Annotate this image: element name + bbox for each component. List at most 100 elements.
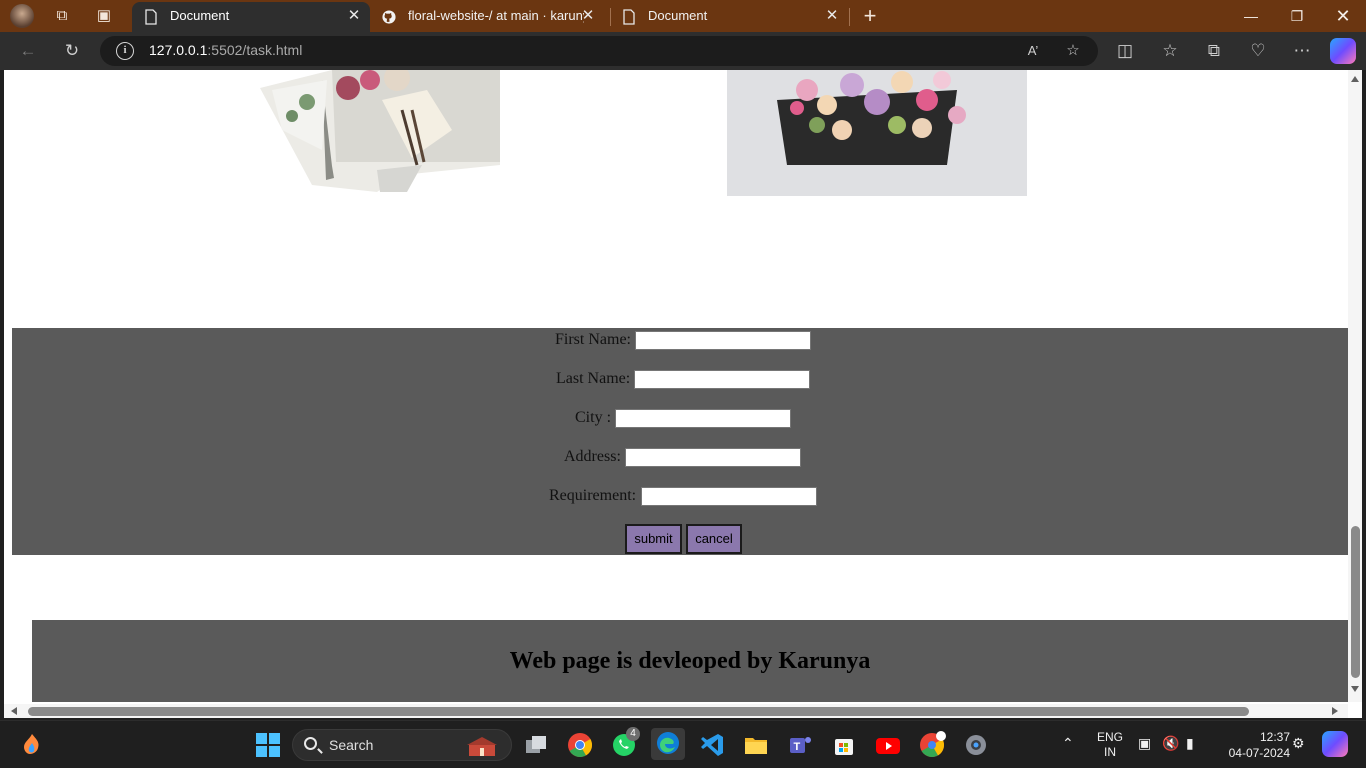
language-indicator[interactable]: ENG IN (1094, 730, 1126, 760)
show-hidden-icons[interactable]: ⌃ (1062, 735, 1074, 752)
workspaces-icon[interactable]: ⧉ (52, 6, 72, 26)
tab-title: Document (648, 8, 708, 23)
flower-box-image (727, 70, 1027, 196)
scroll-right-icon[interactable] (1332, 707, 1338, 715)
microsoft-store-icon[interactable] (830, 731, 858, 759)
close-tab-icon[interactable]: ✕ (824, 2, 840, 30)
page-viewport: First Name: Last Name: City : Address: R… (4, 70, 1362, 718)
city-row: City : (12, 408, 1348, 428)
horizontal-scrollbar[interactable] (4, 704, 1348, 718)
tab-title: Document (170, 8, 230, 23)
battery-icon[interactable]: ▮ (1186, 735, 1194, 752)
vertical-scroll-thumb[interactable] (1351, 526, 1360, 678)
tab-separator (849, 8, 850, 26)
taskbar-search[interactable]: Search (292, 729, 512, 761)
notifications-icon[interactable]: ⚙ (1292, 735, 1305, 752)
network-icon[interactable]: ▣ (1138, 735, 1151, 752)
bouquet-photo (252, 70, 500, 192)
close-tab-icon[interactable]: ✕ (580, 2, 596, 30)
restore-icon[interactable]: ❐ (1274, 0, 1320, 32)
vertical-scrollbar[interactable] (1348, 70, 1362, 702)
address-bar[interactable]: i 127.0.0.1:5502/task.html A’ ☆ (100, 36, 1098, 66)
address-label: Address: (564, 448, 621, 465)
tab-actions-icon[interactable]: ▣ (94, 6, 114, 26)
flower-box-photo (727, 70, 1027, 196)
browser-titlebar: ⧉ ▣ Document ✕ floral-website-/ at main … (0, 0, 1366, 32)
region-code: IN (1104, 745, 1116, 759)
start-windows-icon[interactable] (254, 731, 282, 759)
chrome-profile-icon[interactable] (918, 731, 946, 759)
new-tab-icon[interactable]: + (860, 5, 880, 27)
bouquet-image (252, 70, 500, 192)
widgets-icon[interactable] (18, 731, 46, 759)
search-icon (304, 737, 317, 750)
file-explorer-icon[interactable] (742, 731, 770, 759)
clock-date: 04-07-2024 (1228, 746, 1290, 760)
refresh-icon[interactable]: ↻ (58, 39, 86, 63)
github-icon (382, 10, 396, 24)
first-name-row: First Name: (12, 330, 1348, 350)
scroll-down-icon[interactable] (1351, 686, 1359, 692)
task-view-icon[interactable] (522, 731, 550, 759)
copilot-icon[interactable] (1330, 38, 1356, 64)
scroll-up-icon[interactable] (1351, 76, 1359, 82)
copilot-taskbar-icon[interactable] (1322, 731, 1348, 757)
back-icon[interactable]: ← (14, 39, 42, 63)
last-name-label: Last Name: (556, 370, 631, 387)
city-input[interactable] (615, 409, 791, 428)
first-name-label: First Name: (555, 331, 631, 348)
city-label: City : (575, 409, 612, 426)
split-screen-icon[interactable]: ◫ (1111, 39, 1139, 63)
tab-document-active[interactable]: Document ✕ (132, 2, 370, 32)
clock[interactable]: 12:37 04-07-2024 (1214, 729, 1290, 761)
requirement-row: Requirement: (12, 486, 1348, 506)
close-tab-icon[interactable]: ✕ (346, 2, 362, 30)
windows-taskbar: Search 4 T ⌃ ENG IN ▣ 🔇 ▮ 12:37 04-07-20… (0, 720, 1366, 768)
page-footer: Web page is devleoped by Karunya (32, 620, 1348, 702)
tab-document[interactable]: Document ✕ (610, 2, 848, 32)
address-input[interactable] (625, 448, 801, 467)
scroll-left-icon[interactable] (11, 707, 17, 715)
requirement-input[interactable] (641, 487, 817, 506)
whatsapp-badge: 4 (626, 727, 640, 741)
svg-text:T: T (794, 741, 801, 753)
first-name-input[interactable] (635, 331, 811, 350)
favorite-star-icon[interactable]: ☆ (1062, 41, 1084, 61)
footer-credit: Web page is devleoped by Karunya (509, 648, 871, 674)
profile-avatar-icon[interactable] (10, 4, 34, 28)
search-highlight-icon (465, 736, 499, 756)
youtube-icon[interactable] (874, 731, 902, 759)
read-aloud-icon[interactable]: A’ (1022, 41, 1044, 61)
address-toolbar: ← ↻ i 127.0.0.1:5502/task.html A’ ☆ ◫ ☆ … (0, 32, 1366, 70)
volume-muted-icon[interactable]: 🔇 (1162, 735, 1179, 752)
minimize-icon[interactable]: — (1228, 0, 1274, 32)
search-placeholder: Search (329, 737, 374, 753)
more-menu-icon[interactable]: ⋯ (1288, 39, 1316, 63)
requirement-label: Requirement: (549, 487, 637, 504)
close-window-icon[interactable]: ✕ (1320, 0, 1366, 32)
last-name-row: Last Name: (12, 369, 1348, 389)
address-row: Address: (12, 447, 1348, 467)
favorites-icon[interactable]: ☆ (1156, 39, 1184, 63)
clock-time: 12:37 (1259, 730, 1290, 744)
contact-form: First Name: Last Name: City : Address: R… (12, 328, 1348, 555)
teams-icon[interactable]: T (786, 731, 814, 759)
browser-essentials-icon[interactable]: ♡ (1244, 39, 1272, 63)
settings-icon[interactable] (962, 731, 990, 759)
vscode-icon[interactable] (698, 731, 726, 759)
cancel-button[interactable]: cancel (686, 524, 742, 554)
chrome-icon[interactable] (566, 731, 594, 759)
site-info-icon[interactable]: i (116, 42, 134, 60)
url-text[interactable]: 127.0.0.1:5502/task.html (149, 42, 302, 58)
page-icon (145, 9, 157, 25)
horizontal-scroll-thumb[interactable] (28, 707, 1249, 716)
tab-github[interactable]: floral-website-/ at main · karunya ✕ (370, 2, 610, 32)
last-name-input[interactable] (634, 370, 810, 389)
edge-icon[interactable] (651, 728, 685, 760)
collections-icon[interactable]: ⧉ (1200, 39, 1228, 63)
page-icon (623, 9, 635, 25)
submit-button[interactable]: submit (625, 524, 682, 554)
language-code: ENG (1096, 730, 1123, 744)
tab-title: floral-website-/ at main · karunya (408, 8, 584, 23)
whatsapp-icon[interactable]: 4 (610, 727, 640, 759)
